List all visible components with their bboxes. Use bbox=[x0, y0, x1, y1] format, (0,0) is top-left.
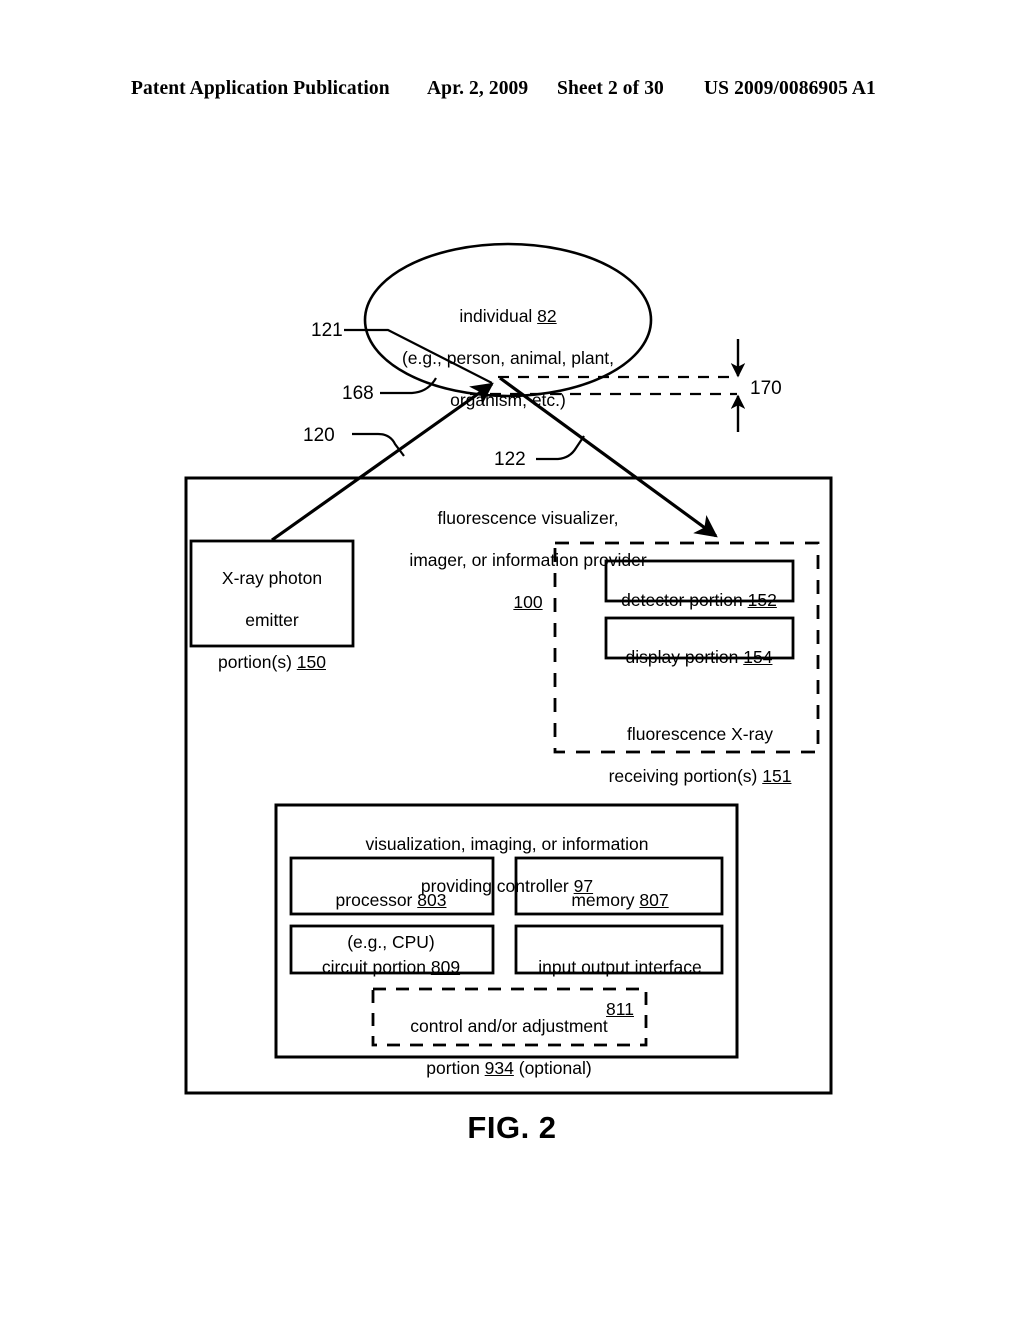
memory-box-label: memory 807 bbox=[520, 869, 720, 911]
detector-text: detector portion bbox=[621, 590, 748, 610]
emitter-box-label: X-ray photon emitter portion(s) 150 bbox=[196, 547, 348, 673]
receiving-line2: receiving portion(s) bbox=[608, 766, 763, 786]
io-line1: input output interface bbox=[538, 957, 702, 977]
circuit-ref-809: 809 bbox=[430, 957, 461, 977]
individual-examples-line2: organism, etc.) bbox=[450, 390, 566, 410]
detector-box-label: detector portion 152 bbox=[608, 569, 790, 611]
display-ref-154: 154 bbox=[743, 647, 773, 667]
control-adjustment-label: control and/or adjustment portion 934 (o… bbox=[378, 995, 640, 1079]
receiving-ref-151: 151 bbox=[762, 766, 792, 786]
memory-text: memory bbox=[571, 890, 640, 910]
emitter-line3: portion(s) bbox=[218, 652, 297, 672]
display-text: display portion bbox=[625, 647, 744, 667]
processor-text: processor bbox=[335, 890, 418, 910]
individual-label-text: individual bbox=[459, 306, 538, 326]
memory-ref-807: 807 bbox=[639, 890, 669, 910]
processor-ref-803: 803 bbox=[417, 890, 447, 910]
reference-numeral-120: 120 bbox=[303, 425, 335, 446]
system-title-line1: fluorescence visualizer, bbox=[437, 508, 619, 528]
control-adj-ref-934: 934 bbox=[484, 1058, 514, 1078]
control-adj-line2-post: (optional) bbox=[513, 1058, 592, 1078]
reference-numeral-122: 122 bbox=[494, 449, 526, 470]
system-title-line2: imager, or information provider bbox=[409, 550, 647, 570]
receiving-portion-label: fluorescence X-ray receiving portion(s) … bbox=[570, 703, 830, 787]
control-adj-line2-pre: portion bbox=[426, 1058, 485, 1078]
controller-line1: visualization, imaging, or information bbox=[365, 834, 649, 854]
emitter-ref-150: 150 bbox=[296, 652, 326, 672]
emitter-line1: X-ray photon bbox=[221, 568, 323, 588]
circuit-box-label: circuit portion 809 bbox=[296, 936, 486, 978]
circuit-text: circuit portion bbox=[321, 957, 431, 977]
reference-numeral-170: 170 bbox=[750, 378, 782, 399]
emitter-line2: emitter bbox=[245, 610, 299, 630]
receiving-line1: fluorescence X-ray bbox=[627, 724, 773, 744]
display-box-label: display portion 154 bbox=[608, 626, 790, 668]
individual-ref-82: 82 bbox=[537, 306, 557, 326]
detector-ref-152: 152 bbox=[747, 590, 777, 610]
system-ref-100: 100 bbox=[513, 592, 543, 612]
reference-numeral-168: 168 bbox=[342, 383, 374, 404]
control-adj-line1: control and/or adjustment bbox=[410, 1016, 608, 1036]
individual-ellipse-label: individual 82 (e.g., person, animal, pla… bbox=[372, 285, 644, 411]
individual-examples-line1: (e.g., person, animal, plant, bbox=[401, 348, 615, 368]
reference-numeral-121: 121 bbox=[311, 320, 343, 341]
leader-line-122 bbox=[536, 435, 585, 461]
figure-caption: FIG. 2 bbox=[467, 1110, 557, 1145]
